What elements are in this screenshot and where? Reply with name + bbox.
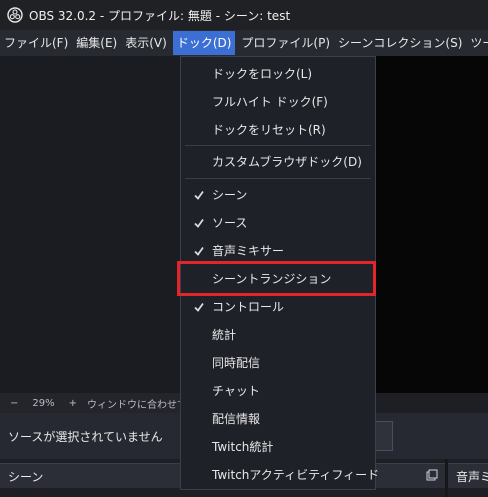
undock-icon[interactable] (426, 469, 438, 481)
menu-separator (185, 178, 371, 179)
menu-item-custom-browser-docks[interactable]: カスタムブラウザドック(D) (181, 149, 375, 175)
audio-mixer-dock-header: 音声ミキ (448, 463, 488, 488)
menu-item-label: ドックをリセット(R) (212, 123, 326, 137)
checkmark-icon (194, 246, 204, 256)
menu-item-controls[interactable]: コントロール (181, 294, 375, 320)
preview-zoom-bar: − 29% + ウィンドウに合わせて (0, 393, 180, 413)
menu-item-label: ドックをロック(L) (212, 67, 313, 81)
menu-item-lock-docks[interactable]: ドックをロック(L) (181, 61, 375, 87)
zoom-in-button[interactable]: + (69, 398, 77, 409)
menu-item-label: フルハイト ドック(F) (212, 95, 328, 109)
menu-item-chat[interactable]: チャット (181, 378, 375, 404)
menu-item-twitch-activity-feed[interactable]: Twitchアクティビティフィード (181, 462, 379, 488)
highlight-annotation (177, 261, 376, 296)
menu-docks[interactable]: ドック(D) (172, 31, 236, 55)
menu-item-stream-info[interactable]: 配信情報 (181, 406, 375, 432)
menu-item-sources[interactable]: ソース (181, 210, 375, 236)
menu-item-label: コントロール (212, 300, 285, 314)
menu-item-label: Twitchアクティビティフィード (212, 468, 380, 482)
checkmark-icon (194, 218, 204, 228)
menu-item-label: 統計 (212, 328, 237, 342)
menu-bar: ファイル(F) 編集(E) 表示(V) ドック(D) プロファイル(P) シーン… (0, 30, 488, 56)
obs-logo-icon (7, 7, 23, 23)
checkmark-icon (194, 190, 204, 200)
preview-canvas[interactable] (0, 56, 181, 393)
menu-tools[interactable]: ツール(T) (466, 31, 488, 55)
menu-item-scenes[interactable]: シーン (181, 182, 375, 208)
menu-item-label: 配信情報 (212, 412, 261, 426)
zoom-out-button[interactable]: − (10, 398, 18, 409)
menu-profile[interactable]: プロファイル(P) (237, 31, 334, 55)
window-title: OBS 32.0.2 - プロファイル: 無題 - シーン: test (29, 8, 291, 23)
fit-to-window-button[interactable]: ウィンドウに合わせて (87, 396, 180, 411)
no-source-selected-label: ソースが選択されていません (8, 429, 163, 444)
source-properties-button[interactable] (374, 421, 393, 451)
menu-item-twitch-stats[interactable]: Twitch統計 (181, 434, 375, 460)
scene-dock-title: シーン (8, 470, 44, 484)
menu-item-label: 同時配信 (212, 356, 261, 370)
audio-mixer-dock-title: 音声ミキ (456, 470, 488, 484)
menu-item-label: Twitch統計 (212, 440, 274, 454)
menu-separator (185, 145, 371, 146)
title-bar: OBS 32.0.2 - プロファイル: 無題 - シーン: test (0, 0, 488, 30)
checkmark-icon (194, 302, 204, 312)
preview-canvas-right[interactable] (376, 56, 488, 393)
menu-item-stats[interactable]: 統計 (181, 322, 375, 348)
menu-item-full-height-docks[interactable]: フルハイト ドック(F) (181, 89, 375, 115)
menu-item-label: シーン (212, 188, 248, 202)
menu-view[interactable]: 表示(V) (121, 31, 171, 55)
menu-item-label: チャット (212, 384, 260, 398)
menu-edit[interactable]: 編集(E) (72, 31, 121, 55)
menu-item-reset-docks[interactable]: ドックをリセット(R) (181, 117, 375, 143)
menu-scene-collection[interactable]: シーンコレクション(S) (334, 31, 466, 55)
zoom-level: 29% (32, 397, 55, 409)
menu-item-label: カスタムブラウザドック(D) (212, 155, 362, 169)
menu-item-multistream[interactable]: 同時配信 (181, 350, 375, 376)
menu-file[interactable]: ファイル(F) (0, 31, 72, 55)
menu-item-label: ソース (212, 216, 248, 230)
